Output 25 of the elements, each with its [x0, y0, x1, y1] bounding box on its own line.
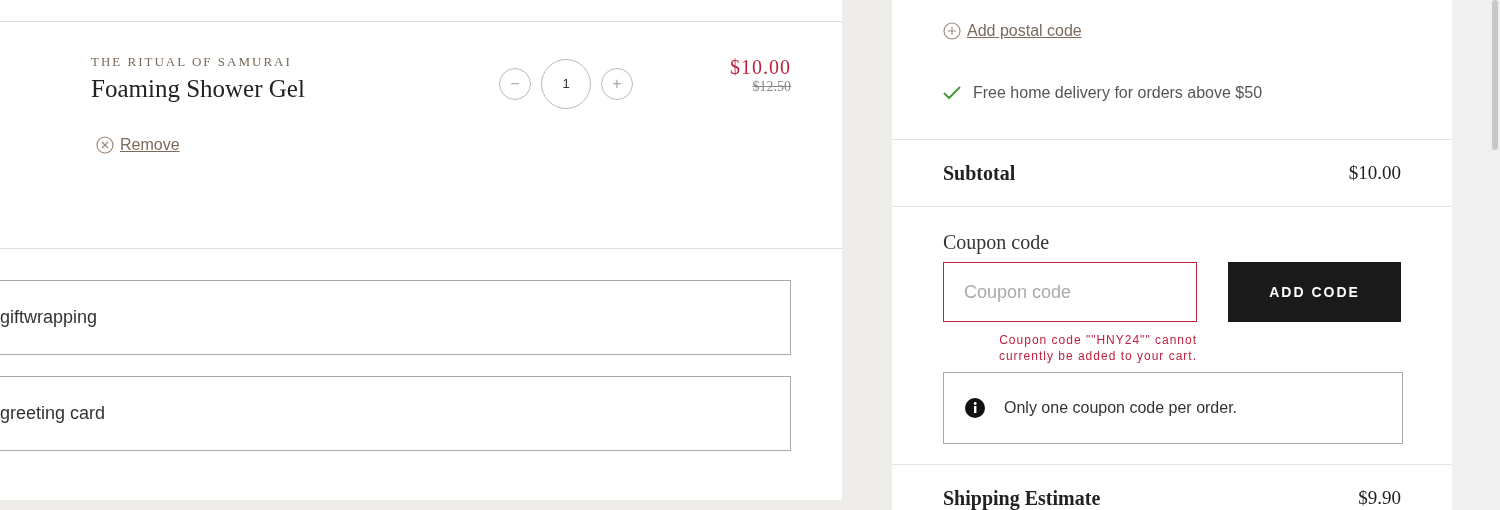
price: $10.00	[730, 56, 791, 78]
quantity-field[interactable]: 1	[541, 59, 591, 109]
scrollbar[interactable]	[1452, 0, 1500, 510]
product-name: Foaming Shower Gel	[91, 74, 306, 104]
original-price: $12.50	[752, 78, 791, 96]
shipping-label: Shipping Estimate	[943, 486, 1101, 510]
shipping-value: $9.90	[1358, 486, 1401, 510]
remove-link[interactable]: Remove	[120, 133, 180, 157]
option-field[interactable]: giftwrapping	[0, 280, 791, 355]
add-code-button[interactable]: ADD CODE	[1228, 262, 1401, 323]
option-field[interactable]: greeting card	[0, 376, 791, 451]
info-text: Only one coupon code per order.	[1004, 398, 1238, 419]
scrollbar-thumb[interactable]	[1492, 0, 1498, 150]
coupon-label: Coupon code	[943, 230, 1051, 256]
checkmark-icon	[943, 86, 961, 100]
add-postal-code-link[interactable]: Add postal code	[967, 19, 1082, 43]
coupon-field[interactable]: Coupon code	[943, 262, 1197, 323]
plus-circle-icon	[943, 22, 961, 40]
brand-name: THE RITUAL OF SAMURAI	[91, 53, 293, 71]
subtotal-label: Subtotal	[943, 161, 1016, 187]
remove-icon	[96, 136, 114, 154]
subtotal-value: $10.00	[1348, 161, 1401, 186]
delivery-note: Free home delivery for orders above $50	[973, 83, 1263, 103]
info-icon	[964, 397, 986, 420]
coupon-error: Coupon code ""HNY24"" cannot currently be added to your cart.	[997, 332, 1197, 365]
